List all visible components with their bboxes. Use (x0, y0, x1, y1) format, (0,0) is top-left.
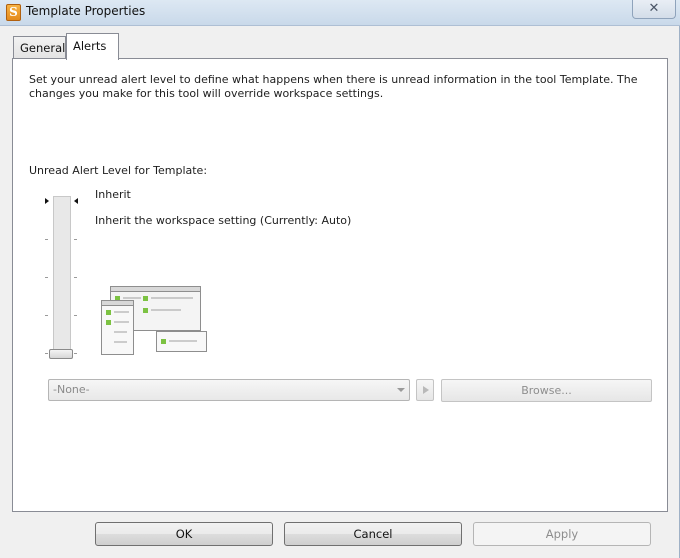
slider-marker-left-icon (45, 198, 49, 204)
slider-tick (45, 239, 48, 240)
alert-illustration-icon (101, 286, 207, 355)
alert-level-slider[interactable] (53, 196, 71, 356)
alert-sound-select[interactable]: -None- (48, 379, 410, 401)
intro-text: Set your unread alert level to define wh… (29, 73, 638, 100)
slider-tick (45, 315, 48, 316)
slider-tick (74, 315, 77, 316)
slider-tick (74, 353, 77, 354)
slider-tick (74, 239, 77, 240)
play-icon (423, 386, 429, 394)
alert-level-slider-thumb[interactable] (49, 349, 73, 359)
close-icon: ✕ (648, 1, 660, 16)
title-bar: S Template Properties ✕ (0, 0, 680, 26)
close-button[interactable]: ✕ (632, 0, 676, 19)
alert-sound-select-value: -None- (53, 383, 90, 396)
play-sound-button[interactable] (416, 379, 434, 401)
tab-general[interactable]: General (13, 36, 66, 60)
tab-alerts-label: Alerts (73, 39, 107, 53)
slider-tick (45, 277, 48, 278)
alerts-panel: Set your unread alert level to define wh… (12, 58, 668, 512)
alert-level-label: Unread Alert Level for Template: (29, 164, 208, 177)
app-icon: S (6, 4, 21, 21)
chevron-down-icon (397, 388, 405, 392)
alert-level-description: Inherit the workspace setting (Currently… (95, 214, 352, 227)
slider-tick (45, 353, 48, 354)
tab-general-label: General (20, 41, 66, 55)
alert-level-name: Inherit (95, 188, 131, 201)
apply-button[interactable]: Apply (473, 522, 651, 546)
browse-button[interactable]: Browse... (441, 379, 652, 402)
properties-dialog: S Template Properties ✕ General Alerts S… (0, 0, 680, 558)
slider-tick (74, 277, 77, 278)
window-title: Template Properties (26, 4, 146, 18)
cancel-button[interactable]: Cancel (284, 522, 462, 546)
tab-alerts[interactable]: Alerts (66, 33, 119, 60)
slider-marker-right-icon (74, 198, 78, 204)
ok-button[interactable]: OK (95, 522, 273, 546)
